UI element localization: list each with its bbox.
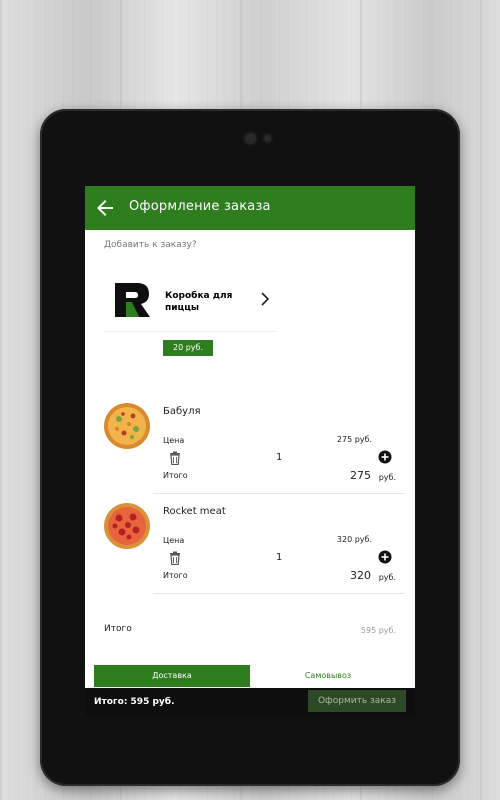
app-screen: Оформление заказа Добавить к заказу? Кор… bbox=[85, 186, 415, 716]
addon-price-button[interactable]: 20 руб. bbox=[163, 340, 213, 356]
app-bar: Оформление заказа bbox=[85, 186, 415, 230]
quantity-value: 1 bbox=[276, 552, 283, 563]
divider bbox=[153, 593, 405, 594]
item-total-value: 275 bbox=[350, 469, 371, 482]
unit-price: 320 руб. bbox=[336, 535, 372, 544]
total-label: Итого bbox=[163, 571, 188, 580]
camera-icon bbox=[245, 133, 256, 144]
addon-name: Коробка для пиццы bbox=[165, 291, 233, 313]
quantity-value: 1 bbox=[276, 452, 283, 463]
item-name: Rocket meat bbox=[163, 506, 226, 517]
addon-card[interactable]: Коробка для пиццы bbox=[104, 268, 276, 332]
back-arrow-icon[interactable] bbox=[93, 196, 117, 220]
tab-pickup[interactable]: Самовывоз bbox=[250, 665, 406, 687]
unit-price: 275 руб. bbox=[336, 435, 372, 444]
pizza-image bbox=[104, 503, 150, 549]
total-label: Итого bbox=[163, 471, 188, 480]
plus-circle-icon[interactable] bbox=[378, 450, 392, 464]
trash-icon[interactable] bbox=[169, 451, 181, 465]
order-total-label: Итого bbox=[104, 624, 132, 634]
checkout-total: Итого: 595 руб. bbox=[94, 697, 175, 707]
trash-icon[interactable] bbox=[169, 551, 181, 565]
item-total-value: 320 bbox=[350, 569, 371, 582]
addon-prompt: Добавить к заказу? bbox=[104, 240, 197, 250]
checkout-bar: Итого: 595 руб. Оформить заказ bbox=[85, 688, 415, 716]
item-total-currency: руб. bbox=[378, 573, 396, 582]
checkout-button[interactable]: Оформить заказ bbox=[308, 690, 406, 712]
price-label: Цена bbox=[163, 536, 185, 545]
logo-r-icon bbox=[112, 280, 152, 320]
page-title: Оформление заказа bbox=[129, 199, 271, 214]
cart-item: Rocket meat Цена 320 руб. 1 Итого 320 ру… bbox=[85, 494, 415, 594]
camera-sensor-icon bbox=[264, 135, 271, 142]
item-name: Бабуля bbox=[163, 406, 201, 417]
chevron-right-icon[interactable] bbox=[260, 292, 270, 306]
plus-circle-icon[interactable] bbox=[378, 550, 392, 564]
price-label: Цена bbox=[163, 436, 185, 445]
tab-delivery[interactable]: Доставка bbox=[94, 665, 250, 687]
cart-item: Бабуля Цена 275 руб. 1 Итого 275 руб. bbox=[85, 394, 415, 494]
pizza-image bbox=[104, 403, 150, 449]
item-total-currency: руб. bbox=[378, 473, 396, 482]
order-total-value: 595 руб. bbox=[360, 626, 396, 635]
